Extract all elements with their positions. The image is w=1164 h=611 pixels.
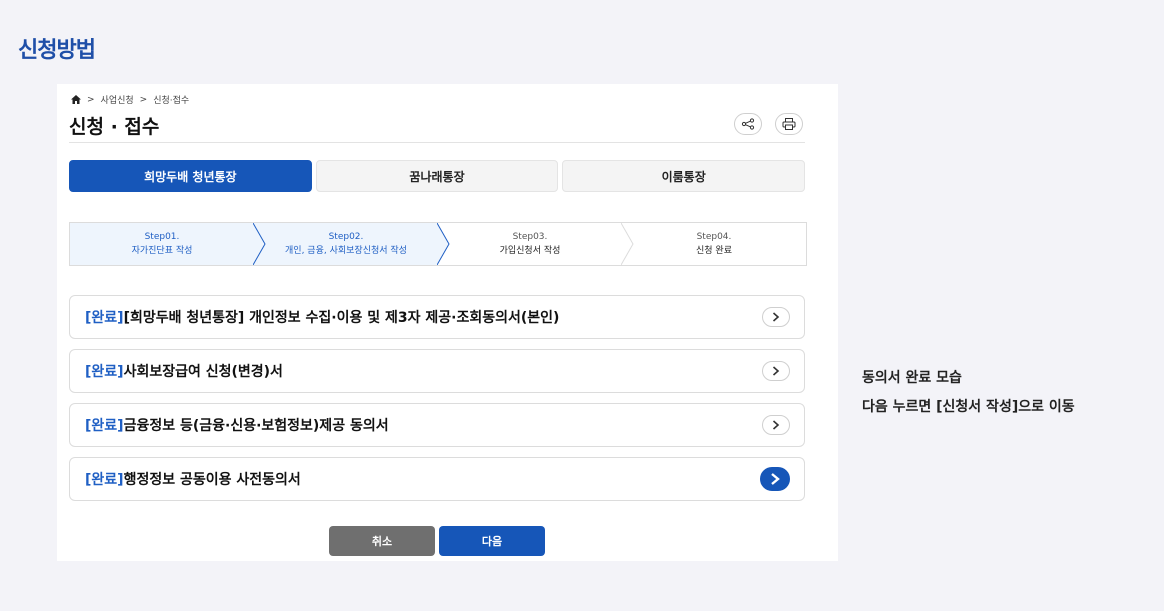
breadcrumb-item-apply[interactable]: 사업신청 [101, 93, 134, 106]
print-icon [782, 118, 796, 130]
chevron-right-icon [772, 366, 780, 376]
tab-dream-wing[interactable]: 꿈나래통장 [315, 160, 559, 192]
note-line-2: 다음 누르면 [신청서 작성]으로 이동 [862, 399, 1075, 415]
note-line-1: 동의서 완료 모습 [862, 370, 962, 386]
step-number: Step03. [512, 232, 548, 242]
completed-badge: [완료] [85, 472, 124, 488]
chevron-right-icon [772, 420, 780, 430]
share-button[interactable] [734, 113, 762, 135]
step-3: Step03. 가입신청서 작성 [438, 223, 634, 265]
application-panel: > 사업신청 > 신청·접수 신청 · 접수 희망두배 청년통장 꿈나래통장 이… [57, 84, 838, 561]
open-consent-button[interactable] [762, 307, 790, 327]
consent-title: 사회보장급여 신청(변경)서 [123, 364, 283, 380]
step-name: 신청 완료 [696, 246, 732, 256]
chevron-right-icon [771, 473, 780, 485]
title-divider [69, 142, 805, 143]
breadcrumb-separator: > [139, 94, 148, 105]
step-name: 개인, 금융, 사회보장신청서 작성 [285, 246, 407, 256]
open-consent-button[interactable] [762, 415, 790, 435]
cancel-button[interactable]: 취소 [329, 526, 435, 556]
breadcrumb-separator: > [87, 94, 95, 105]
breadcrumb: > 사업신청 > 신청·접수 [71, 93, 189, 106]
step-chevron-icon [621, 223, 634, 265]
open-consent-button[interactable] [760, 467, 790, 491]
step-indicator: Step01. 자가진단표 작성 Step02. 개인, 금융, 사회보장신청서… [69, 222, 807, 266]
print-button[interactable] [775, 113, 803, 135]
section-title: 신청방법 [18, 38, 96, 63]
step-number: Step01. [144, 232, 180, 242]
consent-item-privacy[interactable]: [완료][희망두배 청년통장] 개인정보 수집·이용 및 제3자 제공·조회동의… [69, 295, 805, 339]
step-number: Step02. [328, 232, 364, 242]
consent-item-administrative[interactable]: [완료]행정정보 공동이용 사전동의서 [69, 457, 805, 501]
step-chevron-icon [253, 223, 266, 265]
consent-title: 금융정보 등(금융·신용·보험정보)제공 동의서 [123, 418, 389, 434]
step-2: Step02. 개인, 금융, 사회보장신청서 작성 [254, 223, 450, 265]
open-consent-button[interactable] [762, 361, 790, 381]
completed-badge: [완료] [85, 310, 124, 326]
action-buttons: 취소 다음 [329, 526, 545, 556]
step-name: 가입신청서 작성 [499, 246, 561, 256]
step-4: Step04. 신청 완료 [622, 223, 806, 265]
completed-badge: [완료] [85, 418, 124, 434]
tab-bar: 희망두배 청년통장 꿈나래통장 이룸통장 [69, 160, 806, 192]
annotation-note: 동의서 완료 모습 다음 누르면 [신청서 작성]으로 이동 [862, 364, 1075, 422]
consent-list: [완료][희망두배 청년통장] 개인정보 수집·이용 및 제3자 제공·조회동의… [69, 295, 805, 511]
breadcrumb-item-current: 신청·접수 [153, 96, 190, 106]
page-title: 신청 · 접수 [69, 116, 160, 138]
completed-badge: [완료] [85, 364, 124, 380]
step-chevron-icon [437, 223, 450, 265]
share-icon [741, 118, 755, 130]
step-number: Step04. [696, 232, 732, 242]
consent-item-financial[interactable]: [완료]금융정보 등(금융·신용·보험정보)제공 동의서 [69, 403, 805, 447]
consent-title: 행정정보 공동이용 사전동의서 [123, 472, 301, 488]
chevron-right-icon [772, 312, 780, 322]
consent-title: [희망두배 청년통장] 개인정보 수집·이용 및 제3자 제공·조회동의서(본인… [123, 310, 560, 326]
next-button[interactable]: 다음 [439, 526, 545, 556]
consent-item-social-security[interactable]: [완료]사회보장급여 신청(변경)서 [69, 349, 805, 393]
step-1: Step01. 자가진단표 작성 [70, 223, 266, 265]
step-name: 자가진단표 작성 [131, 246, 193, 256]
tab-hope-double[interactable]: 희망두배 청년통장 [69, 160, 312, 192]
home-icon[interactable] [71, 95, 81, 104]
tab-irum[interactable]: 이룸통장 [562, 160, 806, 192]
